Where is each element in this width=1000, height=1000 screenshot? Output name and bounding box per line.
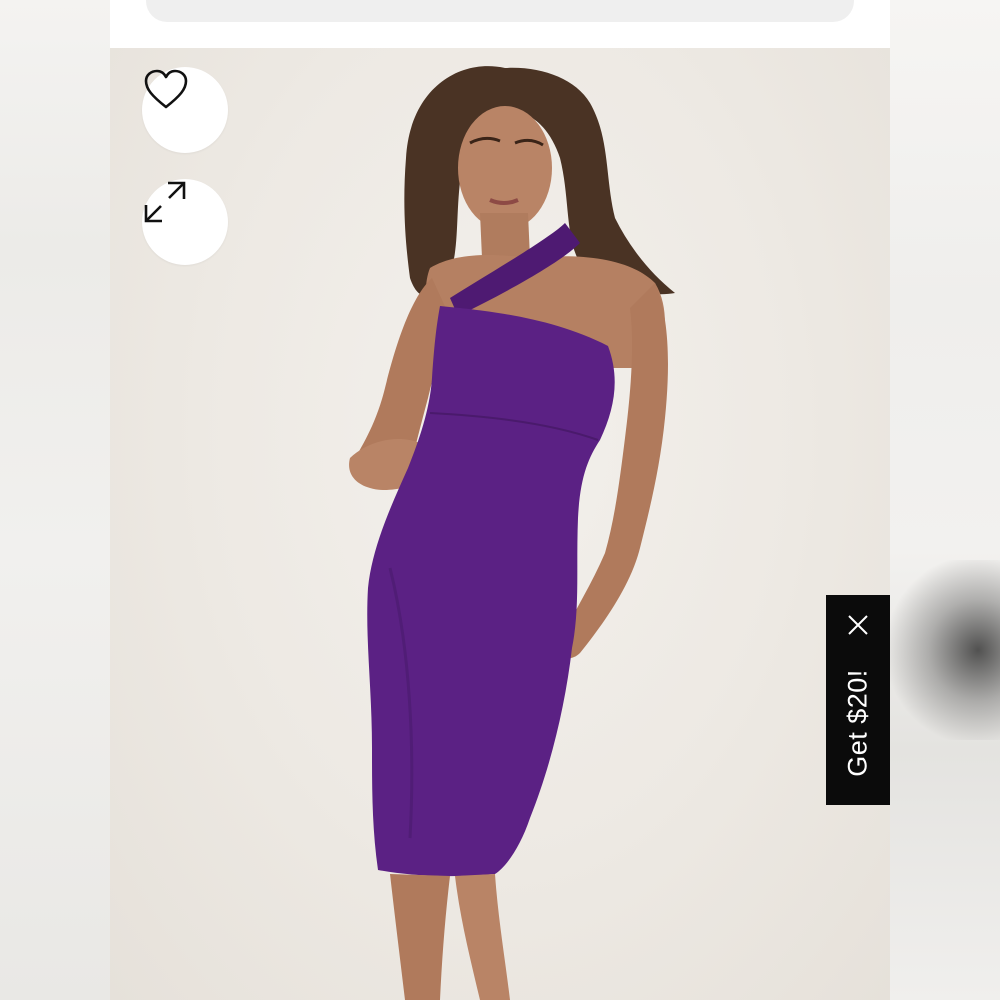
left-blur-gutter xyxy=(0,0,110,1000)
expand-icon xyxy=(144,181,186,223)
product-photo[interactable] xyxy=(110,48,890,1000)
promo-tab[interactable]: Get $20! xyxy=(826,595,890,805)
heart-icon xyxy=(144,69,188,109)
search-bar[interactable] xyxy=(146,0,854,22)
close-icon xyxy=(848,615,868,635)
app-screen: Get $20! xyxy=(110,0,890,1000)
promo-close-button[interactable] xyxy=(846,613,870,637)
right-blur-gutter xyxy=(890,0,1000,1000)
favorite-button[interactable] xyxy=(142,67,228,153)
model-photo xyxy=(349,66,675,1000)
gutter-shadow xyxy=(890,560,1000,740)
promo-label[interactable]: Get $20! xyxy=(843,669,874,777)
expand-button[interactable] xyxy=(142,179,228,265)
